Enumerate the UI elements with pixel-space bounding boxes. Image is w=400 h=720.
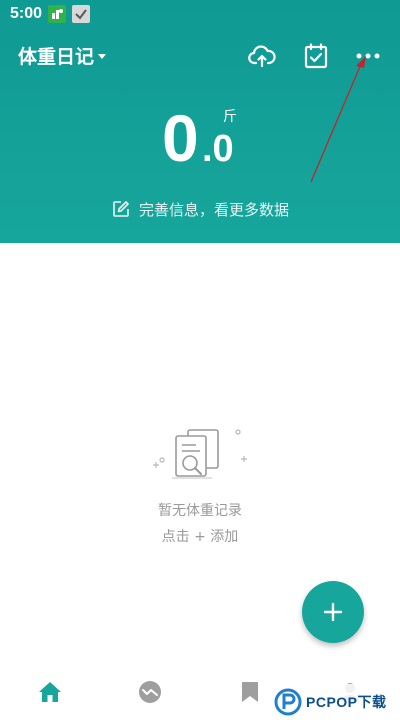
page-title: 体重日记 xyxy=(18,45,95,68)
title-selector[interactable]: 体重日记 xyxy=(18,40,107,70)
edit-icon xyxy=(111,199,131,219)
nav-home[interactable] xyxy=(36,678,64,706)
weight-unit: 斤 xyxy=(223,109,237,125)
header: 5:00 体重日记 0 .0 斤 完善信息，看更多数据 xyxy=(0,0,400,243)
status-bar: 5:00 xyxy=(0,0,400,28)
status-time: 5:00 xyxy=(10,5,43,22)
calendar-check-icon xyxy=(304,43,328,69)
more-options-icon xyxy=(356,53,380,59)
empty-records-icon xyxy=(153,429,247,479)
complete-info-text: 完善信息，看更多数据 xyxy=(138,200,289,219)
cloud-sync-icon xyxy=(248,45,276,68)
watermark-text: PCPOP下载 xyxy=(306,694,387,710)
weight-integer: 0 xyxy=(162,101,199,175)
add-record-button[interactable] xyxy=(302,581,364,643)
app-screen: 5:00 体重日记 0 .0 斤 完善信息，看更多数据 暂无体重记录 点击 + … xyxy=(0,0,400,720)
check-notification-icon xyxy=(72,5,91,23)
watermark: PCPOP下载 xyxy=(270,684,400,720)
trend-icon xyxy=(139,681,161,703)
calendar-button[interactable] xyxy=(300,40,332,72)
chevron-down-icon xyxy=(98,53,107,59)
cloud-sync-button[interactable] xyxy=(246,40,278,72)
empty-state: 暂无体重记录 点击 + 添加 xyxy=(0,420,400,546)
pcpop-logo-icon xyxy=(274,688,302,716)
complete-info-link[interactable]: 完善信息，看更多数据 xyxy=(0,196,400,222)
home-icon xyxy=(39,682,61,702)
empty-hint: 点击 + 添加 xyxy=(161,529,239,545)
nav-bookmark[interactable] xyxy=(236,678,264,706)
nav-trend[interactable] xyxy=(136,678,164,706)
weight-decimal: .0 xyxy=(202,128,234,170)
app-notification-icon xyxy=(48,5,67,23)
empty-title: 暂无体重记录 xyxy=(158,503,242,519)
current-weight: 0 .0 斤 xyxy=(0,100,400,180)
more-options-button[interactable] xyxy=(352,40,384,72)
plus-icon xyxy=(323,602,343,622)
bookmark-icon xyxy=(242,682,258,702)
